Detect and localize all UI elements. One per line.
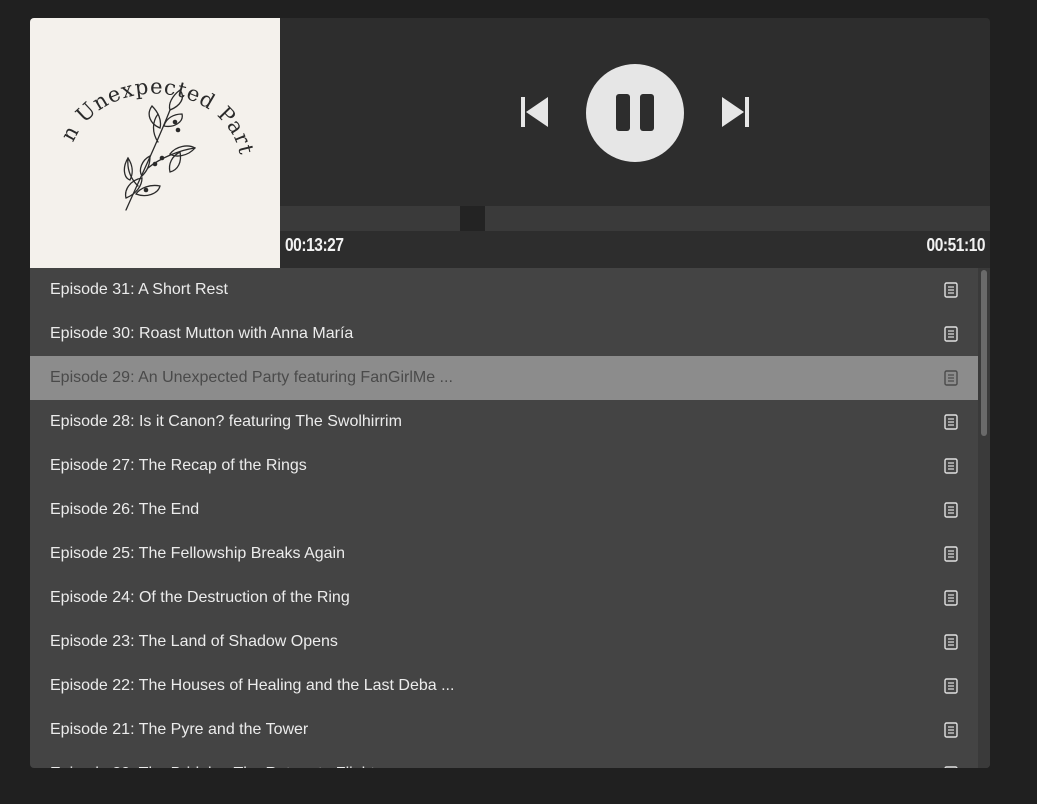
episode-item[interactable]: Episode 22: The Houses of Healing and th… (30, 664, 978, 708)
transcript-icon[interactable] (944, 678, 958, 694)
transcript-icon[interactable] (944, 634, 958, 650)
episode-item-active[interactable]: Episode 29: An Unexpected Party featurin… (30, 356, 978, 400)
transcript-icon[interactable] (944, 766, 958, 768)
previous-button[interactable] (520, 96, 550, 128)
transcript-icon[interactable] (944, 414, 958, 430)
episode-title: Episode 24: Of the Destruction of the Ri… (50, 589, 350, 606)
episode-list-scrollbar[interactable] (978, 268, 990, 768)
episode-list[interactable]: Episode 31: A Short Rest Episode 30: Roas… (30, 268, 990, 768)
episode-item[interactable]: Episode 21: The Pyre and the Tower (30, 708, 978, 752)
total-time: 00:51:10 (926, 235, 985, 255)
scrollbar-thumb[interactable] (981, 270, 987, 436)
pause-icon (616, 94, 654, 131)
episode-title: Episode 25: The Fellowship Breaks Again (50, 545, 345, 562)
cover-logo-image: An Unexpected Party (30, 18, 259, 211)
episode-item[interactable]: Episode 25: The Fellowship Breaks Again (30, 532, 978, 576)
transcript-icon[interactable] (944, 326, 958, 342)
episode-title: Episode 30: Roast Mutton with Anna María (50, 325, 354, 342)
podcast-cover-art: An Unexpected Party (30, 18, 280, 268)
transcript-icon[interactable] (944, 722, 958, 738)
transcript-icon[interactable] (944, 282, 958, 298)
progress-bar[interactable] (280, 206, 990, 231)
episode-item[interactable]: Episode 24: Of the Destruction of the Ri… (30, 576, 978, 620)
episode-item[interactable]: Episode 30: Roast Mutton with Anna María (30, 312, 978, 356)
episode-item[interactable]: Episode 31: A Short Rest (30, 268, 978, 312)
episode-title: Episode 31: A Short Rest (50, 281, 228, 298)
svg-text:An Unexpected Party: An Unexpected Party (30, 18, 259, 157)
episode-title: Episode 21: The Pyre and the Tower (50, 721, 309, 738)
episode-item[interactable]: Episode 20: The Bridal ... The Return to… (30, 752, 978, 768)
episode-item[interactable]: Episode 28: Is it Canon? featuring The S… (30, 400, 978, 444)
time-display: 00:13:27 00:51:10 (280, 231, 990, 268)
skip-next-icon (722, 97, 749, 127)
next-button[interactable] (720, 96, 750, 128)
transcript-icon[interactable] (944, 546, 958, 562)
episode-list-items: Episode 31: A Short Rest Episode 30: Roas… (30, 268, 990, 768)
episode-title: Episode 29: An Unexpected Party featurin… (50, 369, 453, 386)
episode-title: Episode 22: The Houses of Healing and th… (50, 677, 455, 694)
episode-title: Episode 26: The End (50, 501, 200, 518)
skip-previous-icon (521, 97, 548, 127)
transcript-icon[interactable] (944, 370, 958, 386)
episode-item[interactable]: Episode 26: The End (30, 488, 978, 532)
episode-item[interactable]: Episode 23: The Land of Shadow Opens (30, 620, 978, 664)
transcript-icon[interactable] (944, 590, 958, 606)
episode-title: Episode 23: The Land of Shadow Opens (50, 633, 338, 650)
pause-button[interactable] (586, 64, 684, 162)
playback-controls (280, 18, 990, 206)
episode-item[interactable]: Episode 27: The Recap of the Rings (30, 444, 978, 488)
podcast-player: An Unexpected Party (30, 18, 990, 768)
transcript-icon[interactable] (944, 458, 958, 474)
transcript-icon[interactable] (944, 502, 958, 518)
progress-handle[interactable] (460, 206, 485, 231)
episode-title: Episode 20: The Bridal ... The Return to… (50, 765, 393, 768)
episode-title: Episode 27: The Recap of the Rings (50, 457, 307, 474)
current-time: 00:13:27 (285, 235, 344, 255)
episode-title: Episode 28: Is it Canon? featuring The S… (50, 413, 402, 430)
